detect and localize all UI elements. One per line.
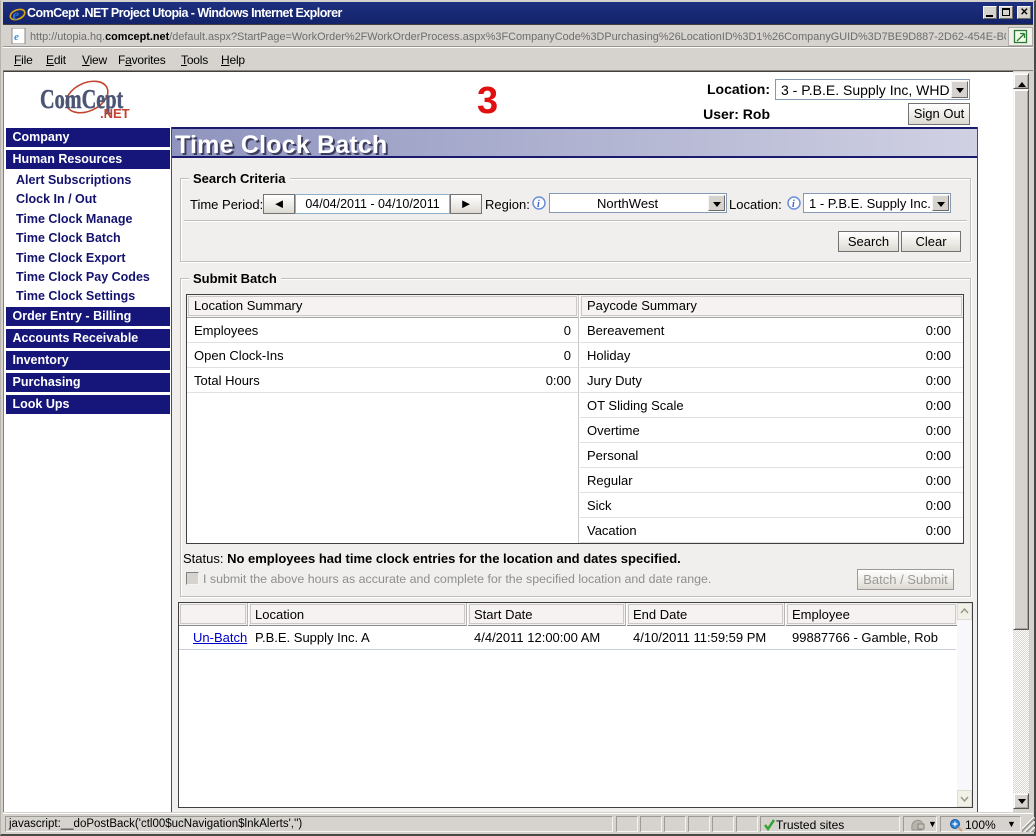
svg-text:i: i [792, 199, 795, 210]
svg-text:.NET: .NET [100, 106, 130, 121]
svg-text:e: e [13, 8, 20, 24]
svg-text:i: i [537, 199, 540, 210]
svg-text:e: e [14, 31, 19, 43]
